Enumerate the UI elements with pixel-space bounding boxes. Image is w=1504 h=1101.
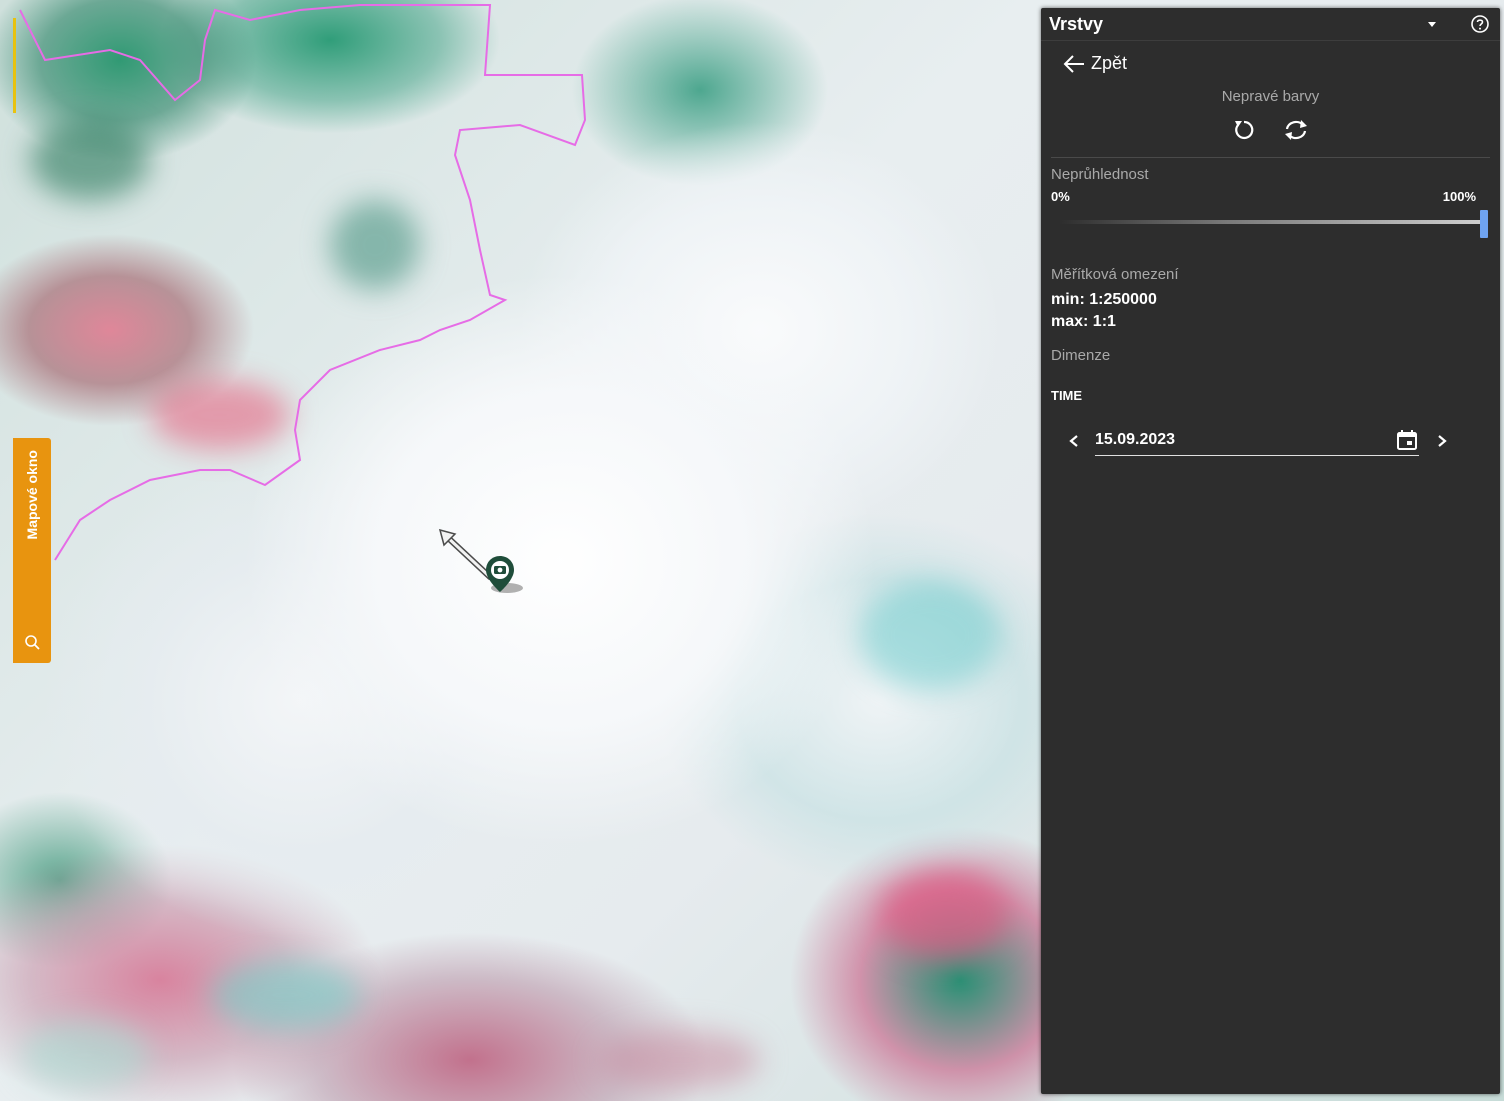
calendar-icon[interactable] [1395, 428, 1419, 452]
map-texture [210, 960, 360, 1030]
back-label: Zpět [1091, 53, 1128, 73]
scale-min: min: 1:250000 [1051, 291, 1157, 308]
layer-name: Nepravé barvy [1221, 88, 1320, 105]
region-boundary [19, 4, 587, 561]
opacity-scale: 0% 100% [1051, 189, 1476, 204]
chevron-left-icon[interactable] [1067, 434, 1081, 448]
opacity-label: Neprůhlednost [1051, 166, 1149, 183]
panel-header: Vrstvy [1041, 8, 1500, 41]
date-input[interactable]: 15.09.2023 [1095, 425, 1419, 456]
dropdown-arrow-icon[interactable] [1428, 21, 1436, 27]
layer-actions [1041, 117, 1500, 143]
map-search-icon [25, 635, 40, 650]
photo-marker[interactable] [435, 525, 535, 605]
divider [1051, 157, 1490, 158]
opacity-min: 0% [1051, 189, 1070, 204]
opacity-handle[interactable] [1480, 210, 1488, 238]
opacity-slider[interactable] [1059, 210, 1488, 238]
map-texture [20, 1020, 150, 1090]
map-texture [880, 870, 1010, 960]
panel-title: Vrstvy [1049, 13, 1104, 34]
opacity-track[interactable] [1059, 220, 1482, 224]
scale-max: max: 1:1 [1051, 313, 1116, 330]
date-picker-row: 15.09.2023 [1067, 425, 1500, 456]
arrow-left-icon [1063, 54, 1084, 73]
reset-icon[interactable] [1231, 117, 1257, 143]
dimensions-label: Dimenze [1051, 347, 1111, 364]
refresh-icon[interactable] [1281, 117, 1311, 143]
camera-pin-icon [486, 556, 514, 592]
map-texture [600, 1030, 760, 1090]
chevron-right-icon[interactable] [1435, 434, 1449, 448]
scale-limits-label: Měřítková omezení [1051, 266, 1179, 283]
toolbar-edge [13, 18, 16, 113]
help-icon[interactable] [1470, 14, 1490, 34]
opacity-max: 100% [1442, 189, 1476, 204]
back-button[interactable]: Zpět [1041, 41, 1500, 74]
map-window-tab-label: Mapové okno [24, 450, 40, 540]
date-value[interactable]: 15.09.2023 [1095, 431, 1395, 449]
layers-panel: Vrstvy Zpět Nepravé barvy Neprůhlednost [1041, 8, 1500, 1094]
time-label: TIME [1051, 388, 1083, 403]
map-window-tab[interactable]: Mapové okno [13, 438, 51, 663]
